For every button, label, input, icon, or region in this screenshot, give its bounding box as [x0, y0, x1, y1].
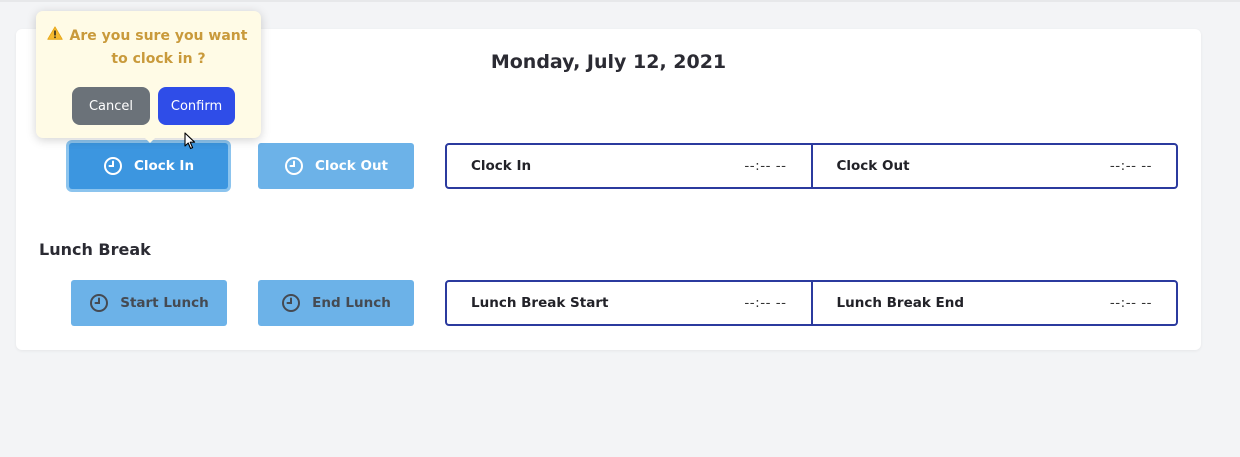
confirm-popover: Are you sure you want to clock in ? Canc… — [36, 11, 261, 143]
popover-arrow — [142, 135, 158, 143]
clock-out-button[interactable]: Clock Out — [258, 143, 414, 189]
warning-icon — [47, 26, 63, 40]
lunch-start-time-label: Lunch Break Start — [471, 295, 609, 311]
popover-message: Are you sure you want to clock in ? — [69, 28, 248, 67]
end-lunch-button[interactable]: End Lunch — [258, 280, 414, 326]
clock-out-button-label: Clock Out — [314, 158, 389, 174]
clock-out-time-cell: Clock Out --:-- -- — [810, 145, 1177, 187]
clock-in-time-label: Clock In — [471, 158, 532, 174]
clock-in-time-value: --:-- -- — [744, 158, 787, 174]
end-lunch-button-label: End Lunch — [312, 295, 391, 311]
clock-icon — [282, 294, 301, 312]
clock-in-button-label: Clock In — [133, 158, 195, 174]
lunch-break-heading: Lunch Break — [39, 240, 151, 259]
start-lunch-button-label: Start Lunch — [120, 295, 209, 311]
mouse-cursor-icon — [184, 132, 196, 150]
lunch-end-time-cell: Lunch Break End --:-- -- — [810, 282, 1177, 324]
cancel-button[interactable]: Cancel — [72, 87, 150, 125]
clock-icon — [284, 157, 303, 175]
clock-in-button[interactable]: Clock In — [69, 143, 228, 189]
clock-out-time-label: Clock Out — [836, 158, 910, 174]
start-lunch-button[interactable]: Start Lunch — [71, 280, 227, 326]
top-bar — [0, 0, 1240, 2]
confirm-button[interactable]: Confirm — [158, 87, 235, 125]
clock-out-time-value: --:-- -- — [1109, 158, 1152, 174]
lunch-end-time-label: Lunch Break End — [836, 295, 965, 311]
lunch-start-time-value: --:-- -- — [744, 295, 787, 311]
clock-icon — [90, 294, 109, 312]
clock-icon — [103, 157, 122, 175]
lunch-start-time-cell: Lunch Break Start --:-- -- — [447, 282, 811, 324]
clock-in-time-cell: Clock In --:-- -- — [447, 145, 811, 187]
lunch-end-time-value: --:-- -- — [1109, 295, 1152, 311]
lunch-times-box: Lunch Break Start --:-- -- Lunch Break E… — [445, 280, 1178, 326]
clock-times-box: Clock In --:-- -- Clock Out --:-- -- — [445, 143, 1178, 189]
